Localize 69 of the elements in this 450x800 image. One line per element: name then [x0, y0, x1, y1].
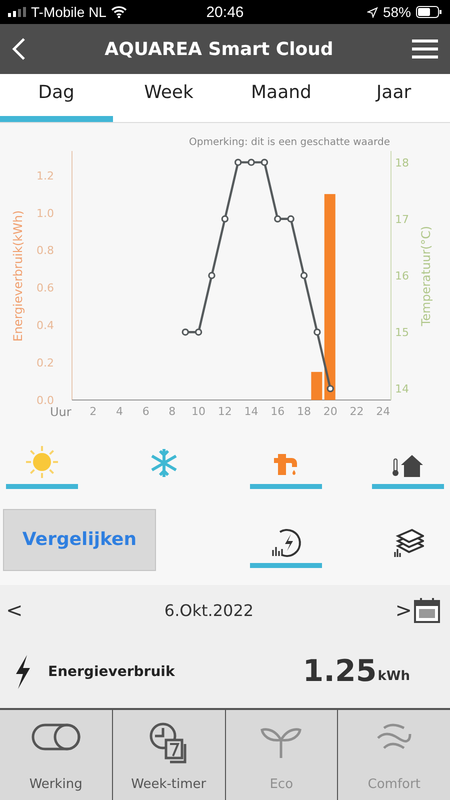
x-tick-label: 10 — [192, 405, 206, 418]
x-tick-label: 22 — [350, 405, 364, 418]
x-tick-label: 12 — [218, 405, 232, 418]
calendar-icon[interactable] — [414, 597, 440, 623]
y-tick-label: 0.8 — [36, 244, 54, 258]
nav-button[interactable]: Werking — [0, 710, 113, 800]
y-tick-label: 0.2 — [36, 356, 54, 370]
y-tick-label: 1.2 — [36, 169, 54, 182]
lightning-icon — [14, 654, 32, 688]
y-tick-label: 1.0 — [36, 206, 54, 220]
x-tick-label: 16 — [270, 405, 285, 418]
point — [248, 158, 255, 166]
point — [182, 328, 189, 336]
x-axis-label: Uur — [50, 405, 72, 419]
location-icon — [366, 6, 378, 18]
x-tick-label: 4 — [116, 405, 123, 418]
energy-value: 1.25 — [302, 654, 377, 689]
energy-unit: kWh — [378, 669, 410, 684]
x-tick-label: 14 — [244, 405, 258, 418]
estimate-note: Opmerking: dit is een geschatte waarde — [189, 137, 390, 148]
point — [234, 158, 242, 166]
previous-day-button[interactable]: < — [4, 598, 25, 622]
y-tick-label: 0.6 — [36, 282, 54, 295]
nav-button[interactable]: Week-timer — [112, 710, 226, 800]
energy-bar — [311, 372, 322, 400]
point — [208, 272, 216, 280]
period-tab[interactable]: Week — [112, 74, 225, 122]
back-icon[interactable] — [12, 37, 26, 61]
next-day-button[interactable]: > — [393, 598, 414, 622]
point — [274, 215, 282, 223]
carrier-name: T-Mobile NL — [31, 4, 106, 20]
y-axis-label: Temperatuur(°C) — [419, 226, 433, 326]
signal-icon — [8, 7, 26, 17]
point — [287, 215, 294, 223]
clock-time: 20:46 — [206, 4, 244, 20]
menu-icon[interactable] — [412, 39, 438, 59]
point — [326, 385, 334, 392]
point — [260, 158, 268, 166]
y-tick-label: 0.4 — [36, 319, 54, 332]
x-tick-label: 8 — [168, 405, 176, 418]
point — [221, 215, 229, 223]
y-tick-label: 16 — [395, 270, 409, 282]
point — [194, 328, 202, 336]
x-tick-label: 2 — [90, 405, 97, 418]
x-tick-label: 6 — [142, 405, 150, 418]
point — [300, 272, 308, 280]
energy-chart-icon — [270, 526, 302, 558]
period-tab[interactable]: Dag — [0, 74, 112, 122]
y-tick-label: 18 — [395, 156, 409, 170]
period-tab[interactable]: Jaar — [338, 74, 450, 122]
y-tick-label: 0.0 — [36, 394, 54, 407]
app-title: AQUAREA Smart Cloud — [104, 38, 334, 60]
sun-icon — [25, 445, 59, 479]
battery-percent: 58% — [382, 4, 411, 20]
x-tick-label: 18 — [297, 405, 311, 418]
clock-calendar-icon — [148, 722, 189, 764]
y-tick-label: 17 — [395, 212, 409, 226]
y-axis-label: Energieverbruik(kWh) — [11, 210, 25, 342]
wifi-icon — [111, 6, 128, 18]
battery-icon — [416, 6, 442, 18]
y-tick-label: 14 — [395, 382, 409, 396]
date-label: 6.Okt.2022 — [163, 600, 255, 620]
layers-icon — [392, 528, 424, 558]
y-tick-label: 15 — [395, 326, 409, 340]
point — [314, 328, 321, 336]
x-tick-label: 24 — [376, 405, 390, 418]
energy-label: Energieverbruik — [48, 664, 176, 680]
x-tick-label: 20 — [323, 405, 338, 418]
period-tab[interactable]: Maand — [225, 74, 338, 122]
